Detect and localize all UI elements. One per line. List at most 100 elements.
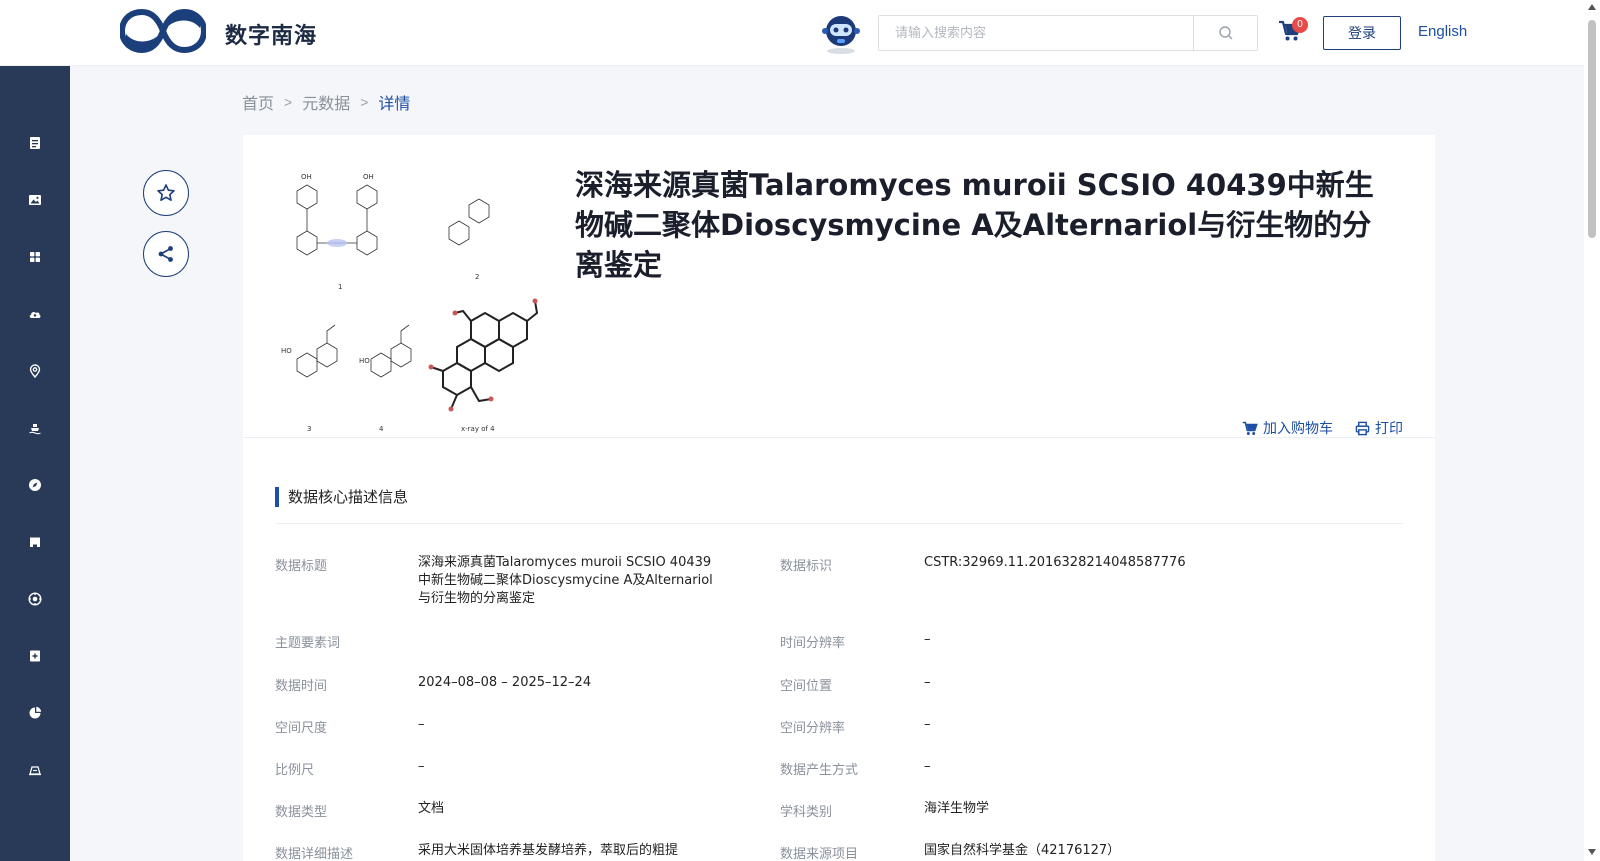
svg-text:4: 4 (379, 425, 384, 433)
breadcrumb-home[interactable]: 首页 (242, 90, 274, 114)
left-sidebar (0, 66, 70, 861)
field-label-project: 数据来源项目 (780, 847, 859, 861)
printer-icon (1355, 421, 1370, 435)
search-icon (1218, 26, 1232, 40)
cart-count-badge: 0 (1292, 17, 1308, 33)
sidebar-item-grid[interactable] (0, 237, 70, 277)
sidebar-item-location[interactable] (0, 351, 70, 391)
svg-text:x-ray of 4: x-ray of 4 (461, 425, 495, 433)
record-detail-card: 1 2 3 4 x-ray of 4 OH OH HO HO 深海来源真菌Talarom… (243, 135, 1435, 861)
field-label-subject: 学科类别 (780, 805, 833, 820)
field-label-space-location: 空间位置 (780, 679, 833, 694)
svg-text:2: 2 (475, 273, 479, 281)
document-icon (30, 137, 40, 149)
field-value-title: 深海来源真菌Talaromyces muroii SCSIO 40439中新生物… (418, 555, 713, 606)
sidebar-item-target[interactable] (0, 579, 70, 619)
login-button[interactable]: 登录 (1323, 16, 1401, 50)
record-title: 深海来源真菌Talaromyces muroii SCSIO 40439中新生物… (575, 168, 1374, 282)
breadcrumb: 首页 > 元数据 > 详情 (242, 90, 410, 114)
add-to-cart-button[interactable]: 加入购物车 (1242, 418, 1333, 438)
field-label-keywords: 主题要素词 (275, 636, 341, 651)
svg-text:HO: HO (359, 357, 370, 365)
top-header: 数字南海 0 登录 English (0, 0, 1584, 66)
sidebar-item-store[interactable] (0, 522, 70, 562)
field-label-scale: 比例尺 (275, 763, 315, 778)
card-divider (243, 437, 1435, 438)
share-icon (158, 246, 173, 262)
sidebar-item-compass[interactable] (0, 465, 70, 505)
svg-text:3: 3 (307, 425, 311, 433)
location-icon (29, 364, 41, 378)
robot-assistant-icon[interactable] (822, 14, 860, 54)
brand-logo-icon[interactable] (120, 8, 206, 54)
compass-icon (29, 479, 41, 491)
field-value-id[interactable]: CSTR:32969.11.2016328214048587776 (924, 554, 1186, 572)
field-label-title: 数据标题 (275, 559, 328, 574)
plus-icon (30, 650, 40, 662)
breadcrumb-metadata[interactable]: 元数据 (302, 90, 350, 114)
chevron-right-icon: > (360, 94, 369, 110)
brand-name[interactable]: 数字南海 (225, 18, 317, 50)
chemical-structure-thumbnail[interactable]: 1 2 3 4 x-ray of 4 OH OH HO HO (271, 163, 547, 437)
field-label-generation-method: 数据产生方式 (780, 763, 859, 778)
target-icon (28, 592, 42, 606)
search-button[interactable] (1193, 16, 1257, 50)
scroll-down-arrow-icon[interactable] (1588, 849, 1596, 855)
field-value-scale: – (418, 759, 425, 774)
add-to-cart-label: 加入购物车 (1263, 421, 1333, 437)
page-scrollbar[interactable] (1584, 0, 1600, 861)
cart-icon (1242, 421, 1258, 435)
section-divider (275, 523, 1403, 524)
field-value-description: 采用大米固体培养基发酵培养，萃取后的粗提 (418, 843, 679, 858)
sidebar-item-chart[interactable] (0, 693, 70, 733)
field-label-time: 数据时间 (275, 679, 328, 694)
field-label-space-scale: 空间尺度 (275, 721, 328, 736)
scroll-up-arrow-icon[interactable] (1588, 4, 1596, 10)
svg-text:HO: HO (281, 347, 292, 355)
favorite-button[interactable] (143, 170, 189, 216)
record-actions: 加入购物车 打印 (1242, 418, 1403, 438)
cart-button[interactable]: 0 (1278, 17, 1308, 46)
sidebar-item-cloud[interactable] (0, 294, 70, 334)
share-button[interactable] (143, 231, 189, 277)
chart-icon (29, 706, 42, 719)
field-value-space-location: – (924, 675, 931, 690)
field-value-subject: 海洋生物学 (924, 801, 990, 816)
grid-icon (30, 252, 40, 262)
map-icon (29, 766, 41, 776)
sidebar-item-document[interactable] (0, 123, 70, 163)
svg-text:1: 1 (338, 283, 342, 291)
field-value-time-resolution: – (924, 632, 931, 647)
print-button[interactable]: 打印 (1355, 418, 1403, 438)
image-icon (29, 195, 41, 205)
field-value-space-resolution: – (924, 717, 931, 732)
store-icon (30, 537, 40, 547)
print-label: 打印 (1375, 421, 1403, 437)
section-title: 数据核心描述信息 (275, 487, 408, 507)
field-label-space-resolution: 空间分辨率 (780, 721, 846, 736)
field-label-type: 数据类型 (275, 805, 328, 820)
sidebar-item-image[interactable] (0, 180, 70, 220)
search-box (878, 15, 1258, 51)
search-input[interactable] (879, 16, 1193, 50)
sidebar-item-add[interactable] (0, 636, 70, 676)
svg-text:OH: OH (363, 173, 374, 181)
chevron-right-icon: > (284, 94, 293, 110)
field-value-generation-method: – (924, 759, 931, 774)
field-label-time-resolution: 时间分辨率 (780, 636, 846, 651)
field-value-space-scale: – (418, 717, 425, 732)
sidebar-item-map[interactable] (0, 750, 70, 790)
sidebar-item-ship[interactable] (0, 408, 70, 448)
field-label-description: 数据详细描述 (275, 847, 354, 861)
cloud-icon (29, 311, 41, 318)
language-switch-link[interactable]: English (1418, 23, 1467, 40)
field-value-type: 文档 (418, 801, 445, 816)
breadcrumb-current: 详情 (378, 96, 411, 113)
svg-text:OH: OH (301, 173, 312, 181)
scrollbar-thumb[interactable] (1588, 20, 1596, 238)
star-icon (157, 184, 175, 201)
ship-icon (29, 424, 41, 435)
field-value-time: 2024–08–08 – 2025–12–24 (418, 675, 592, 690)
field-value-project: 国家自然科学基金（42176127） (924, 843, 1121, 858)
field-label-id: 数据标识 (780, 559, 833, 574)
